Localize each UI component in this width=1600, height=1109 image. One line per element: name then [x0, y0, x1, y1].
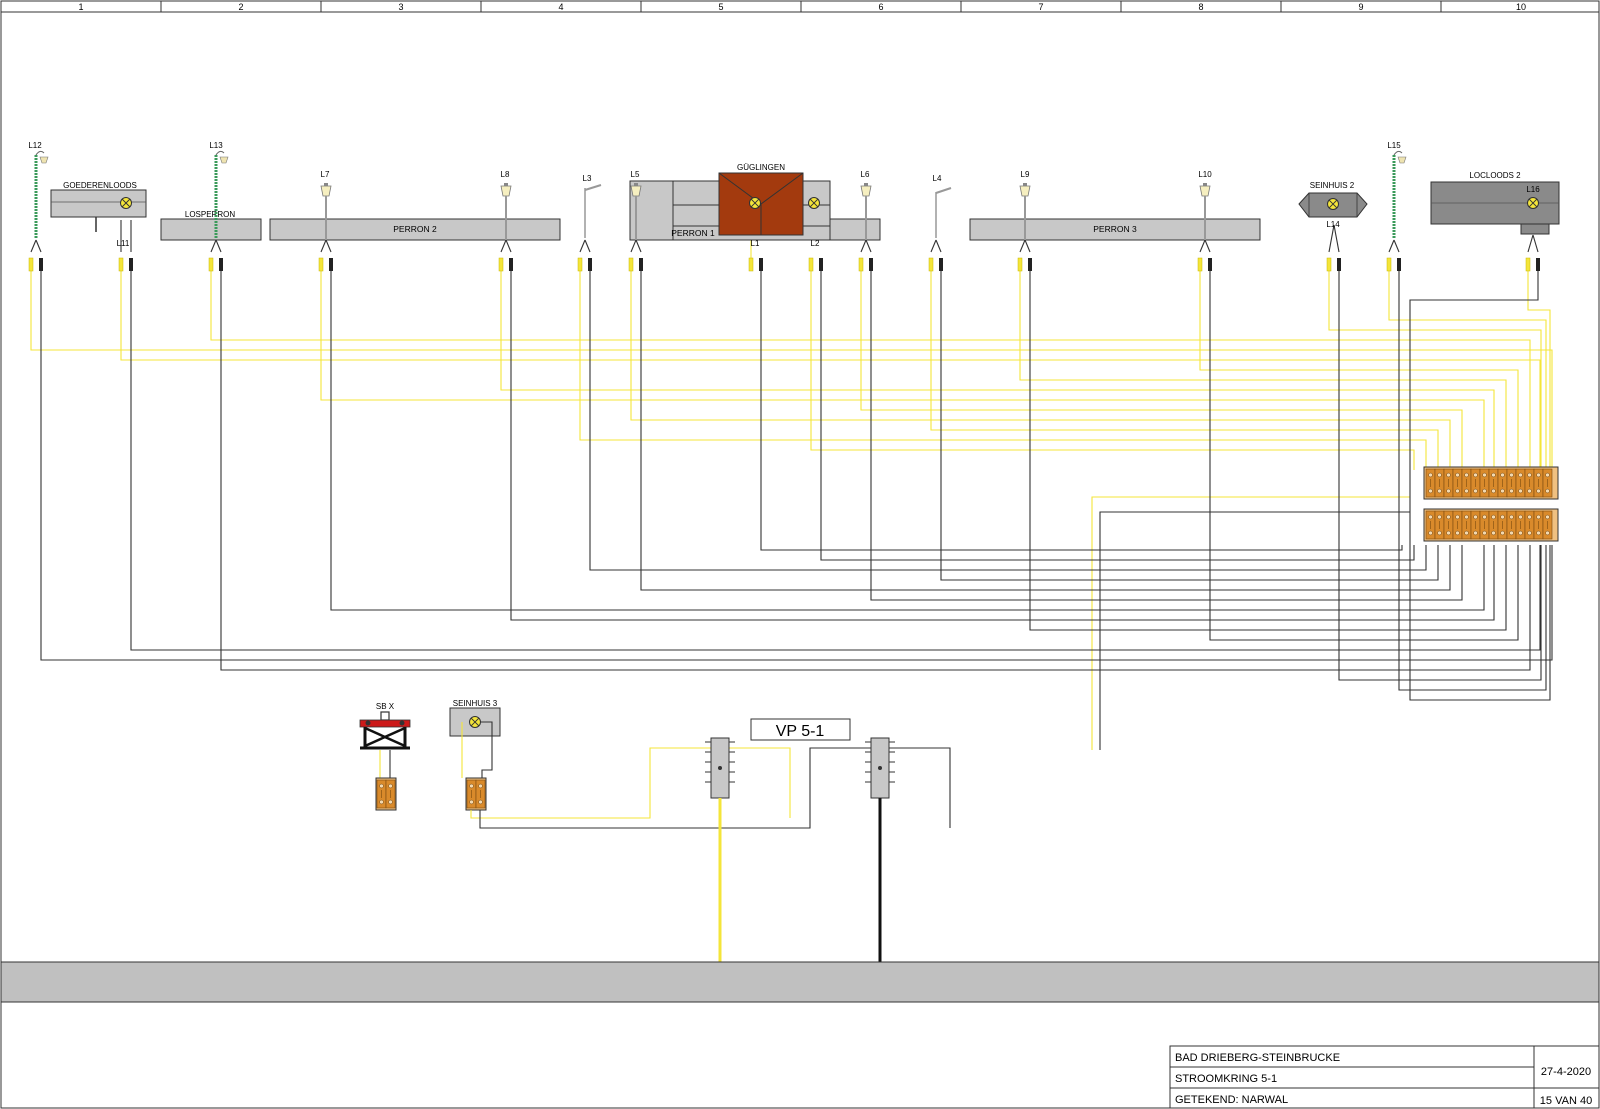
seinhuis-3-label: SEINHUIS 3 [453, 699, 498, 708]
mast-lamp-l12 [34, 150, 49, 238]
goederenloods-building [50, 189, 147, 232]
lamp-l1-icon [749, 197, 761, 209]
terminal-strip-positive [1423, 466, 1559, 500]
vp-spare-negative [889, 747, 951, 828]
locloods-2-label: LOCLOODS 2 [1469, 171, 1521, 180]
lamp-label-l4: L4 [933, 174, 942, 183]
lamp-label-l9: L9 [1021, 170, 1030, 179]
vp-spare-positive [729, 747, 791, 818]
column-header [160, 1, 1442, 12]
lamp-label-l3: L3 [583, 174, 592, 183]
title-sheet-number: 15 VAN 40 [1540, 1095, 1592, 1107]
lamp-label-l13: L13 [209, 141, 223, 150]
column-label-3: 3 [398, 2, 403, 12]
lamp-l14-icon [1327, 198, 1339, 210]
lamp-label-l7: L7 [321, 170, 330, 179]
perron-1-label: PERRON 1 [671, 228, 715, 238]
column-label-9: 9 [1358, 2, 1363, 12]
lamp-label-l11: L11 [117, 239, 130, 248]
seinhuis-2-label: SEINHUIS 2 [1310, 181, 1355, 190]
vp-feed-negative [479, 747, 871, 829]
lamp-label-l1: L1 [751, 239, 760, 248]
lamp-label-l8: L8 [501, 170, 510, 179]
column-label-1: 1 [78, 2, 83, 12]
title-circuit-name: STROOMKRING 5-1 [1175, 1073, 1277, 1085]
lamp-label-l15: L15 [1387, 141, 1401, 150]
lamp-label-l12: L12 [28, 141, 42, 150]
losperron-label: LOSPERRON [185, 210, 235, 219]
seinhuis3-terminal-block [465, 777, 487, 811]
positive-wires [30, 238, 1553, 750]
sbx-terminal-block [375, 777, 397, 811]
locloods-2-building [1430, 181, 1560, 235]
mast-lamp-l15 [1392, 150, 1407, 238]
bus-bar [0, 961, 1600, 1003]
lamp-l11-icon [120, 197, 132, 209]
lamp-label-l6: L6 [861, 170, 870, 179]
lamp-l2-icon [808, 197, 820, 209]
arm-lamp-l4 [935, 187, 952, 238]
column-label-4: 4 [558, 2, 563, 12]
guglingen-label: GÜGLINGEN [737, 163, 785, 172]
perron-3-label: PERRON 3 [1093, 224, 1137, 234]
guglingen-station-building [718, 172, 804, 236]
sbx-label: SB X [376, 702, 395, 711]
signal-bridge-sbx [359, 711, 411, 750]
lamp-label-l16: L16 [1526, 185, 1540, 194]
column-label-7: 7 [1038, 2, 1043, 12]
terminal-strip-negative [1423, 508, 1559, 542]
lamp-label-l10: L10 [1198, 170, 1212, 179]
goederenloods-label: GOEDERENLOODS [63, 181, 137, 190]
title-drawn-by: GETEKEND: NARWAL [1175, 1094, 1288, 1106]
title-date: 27-4-2020 [1541, 1066, 1591, 1078]
connector-plugs [28, 257, 1541, 272]
column-label-6: 6 [878, 2, 883, 12]
lamp-label-l2: L2 [811, 239, 820, 248]
column-label-10: 10 [1516, 2, 1526, 12]
lamp-label-l5: L5 [631, 170, 640, 179]
arm-lamp-l3 [584, 184, 602, 238]
vp-feed-positive [470, 747, 711, 819]
title-layout-name: BAD DRIEBERG-STEINBRUCKE [1175, 1052, 1340, 1064]
column-label-5: 5 [718, 2, 723, 12]
negative-wires [40, 265, 1553, 750]
vp-block-negative [865, 737, 895, 799]
wiring-diagram: 1 2 3 4 5 6 7 8 9 10 GOEDERENLOODS LOSPE… [0, 0, 1600, 1109]
lamp-l16-icon [1527, 197, 1539, 209]
losperron-platform [160, 218, 262, 241]
column-label-8: 8 [1198, 2, 1203, 12]
lamp-label-l14: L14 [1326, 220, 1340, 229]
vp-block-positive [705, 737, 735, 799]
vp-label: VP 5-1 [776, 723, 825, 740]
perron-2-label: PERRON 2 [393, 224, 437, 234]
column-label-2: 2 [238, 2, 243, 12]
seinhuis-2-building [1298, 192, 1368, 218]
